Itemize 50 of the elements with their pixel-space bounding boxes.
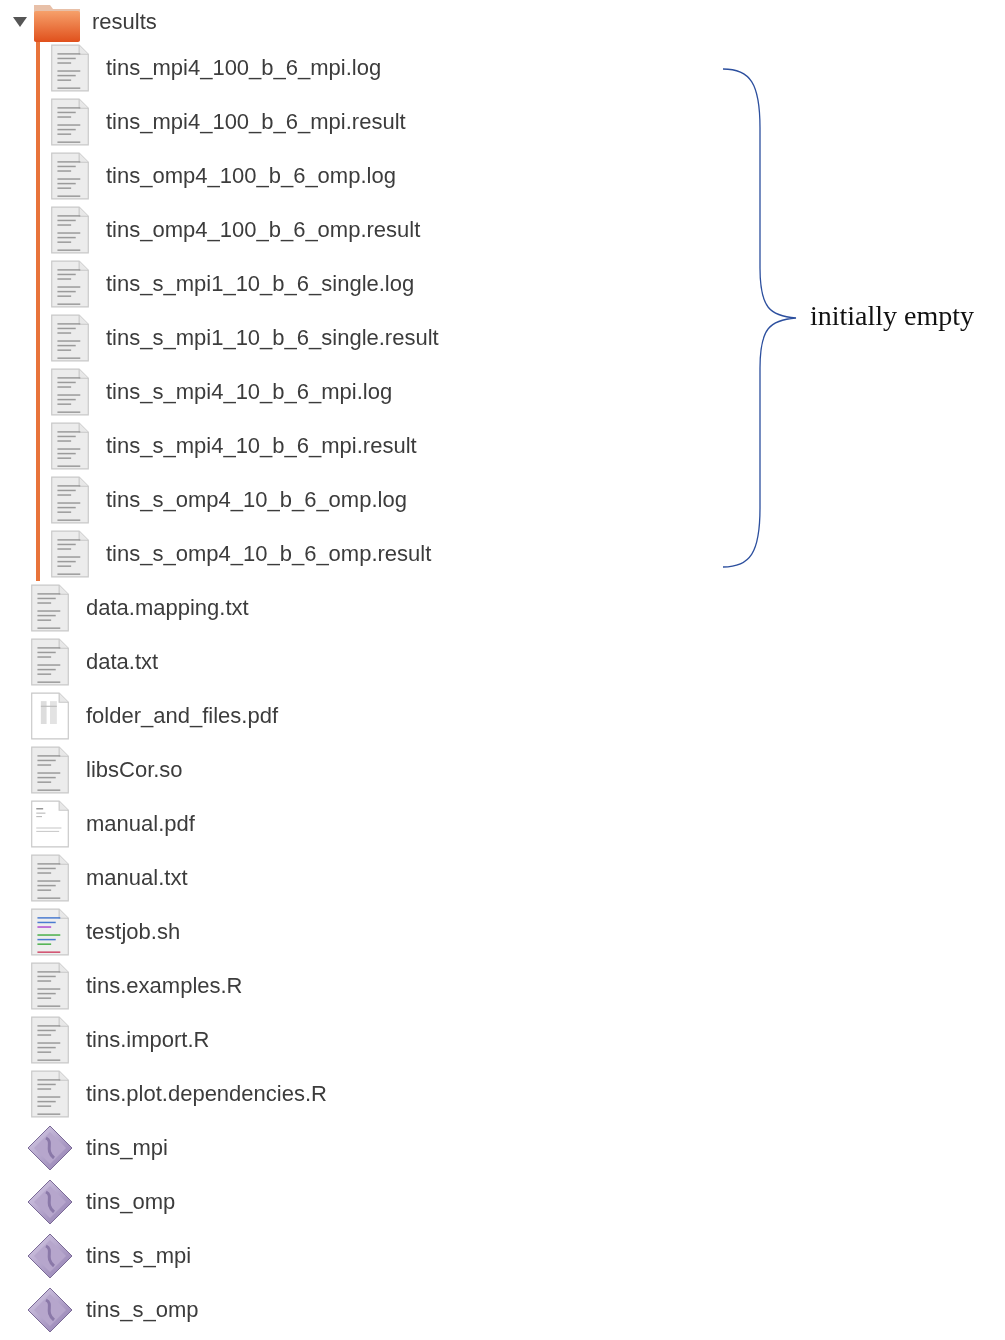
file-name[interactable]: tins.import.R — [86, 1027, 210, 1053]
file-name[interactable]: libsCor.so — [86, 757, 183, 783]
file-name[interactable]: tins_s_mpi4_10_b_6_mpi.log — [106, 379, 393, 405]
file-name[interactable]: tins.examples.R — [86, 973, 243, 999]
file-name[interactable]: tins_omp4_100_b_6_omp.log — [106, 163, 396, 189]
text-file-icon — [50, 98, 90, 146]
script-file-icon — [30, 908, 70, 956]
text-file-icon — [50, 422, 90, 470]
text-file-icon — [30, 1070, 70, 1118]
text-file-icon — [50, 314, 90, 362]
executable-icon — [26, 1232, 74, 1280]
text-file-icon — [50, 476, 90, 524]
file-name[interactable]: tins_s_mpi1_10_b_6_single.log — [106, 271, 415, 297]
file-name[interactable]: tins_mpi — [86, 1135, 168, 1161]
file-name[interactable]: data.mapping.txt — [86, 595, 249, 621]
file-name[interactable]: tins_s_mpi1_10_b_6_single.result — [106, 325, 439, 351]
text-file-icon — [50, 260, 90, 308]
file-name[interactable]: tins_s_omp4_10_b_6_omp.result — [106, 541, 432, 567]
text-file-icon — [50, 152, 90, 200]
text-file-icon — [50, 44, 90, 92]
text-file-icon — [50, 368, 90, 416]
text-file-icon — [30, 962, 70, 1010]
text-file-icon — [30, 1016, 70, 1064]
document-icon — [30, 692, 70, 740]
file-name[interactable]: tins_s_omp4_10_b_6_omp.log — [106, 487, 407, 513]
text-file-icon — [30, 746, 70, 794]
file-name[interactable]: manual.pdf — [86, 811, 195, 837]
folder-name[interactable]: results — [92, 9, 157, 35]
file-name[interactable]: tins_omp — [86, 1189, 176, 1215]
text-file-icon — [30, 584, 70, 632]
file-name[interactable]: tins_s_mpi — [86, 1243, 192, 1269]
file-name[interactable]: tins_omp4_100_b_6_omp.result — [106, 217, 421, 243]
text-file-icon — [50, 206, 90, 254]
file-name[interactable]: data.txt — [86, 649, 159, 675]
file-name[interactable]: tins_s_mpi4_10_b_6_mpi.result — [106, 433, 417, 459]
file-name[interactable]: tins_mpi4_100_b_6_mpi.result — [106, 109, 406, 135]
text-file-icon — [30, 854, 70, 902]
text-file-icon — [50, 530, 90, 578]
document-icon — [30, 800, 70, 848]
executable-icon — [26, 1124, 74, 1172]
file-name[interactable]: testjob.sh — [86, 919, 181, 945]
annotation-label: initially empty — [810, 300, 975, 332]
file-name[interactable]: folder_and_files.pdf — [86, 703, 279, 729]
file-name[interactable]: tins_mpi4_100_b_6_mpi.log — [106, 55, 382, 81]
file-name[interactable]: tins_s_omp — [86, 1297, 199, 1323]
executable-icon — [26, 1178, 74, 1226]
file-name[interactable]: tins.plot.dependencies.R — [86, 1081, 327, 1107]
text-file-icon — [30, 638, 70, 686]
executable-icon — [26, 1286, 74, 1334]
file-name[interactable]: manual.txt — [86, 865, 188, 891]
